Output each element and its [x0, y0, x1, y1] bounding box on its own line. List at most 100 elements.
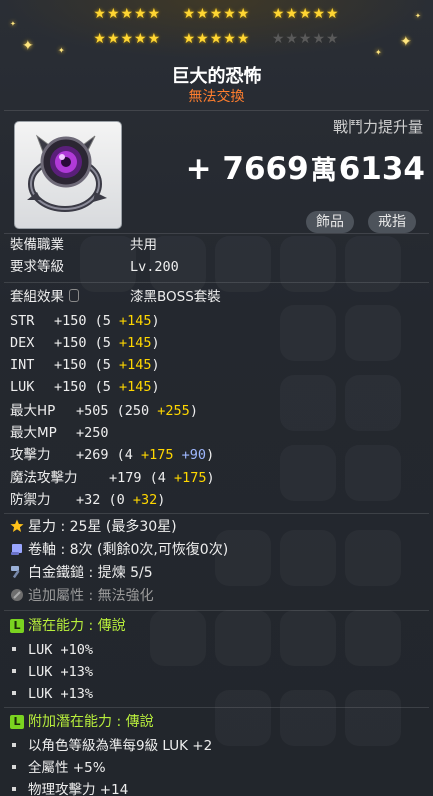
bonus-potential-line-text: 物理攻擊力 +14: [28, 782, 129, 796]
bonus-potential-line-text: 全屬性 +5%: [28, 760, 106, 776]
stat-name: 最大MP: [10, 425, 57, 441]
additional-option-label: 追加屬性 :: [28, 588, 98, 604]
category-tag-accessory: 飾品: [306, 211, 354, 233]
ring-item-icon: [27, 134, 107, 212]
potential-line-text: LUK +13%: [28, 664, 94, 680]
star-group: ★★★★★: [93, 6, 162, 22]
hammer-row: 白金鐵鎚 : 提煉 5/5: [10, 563, 153, 583]
level-row: 要求等級 Lv.200: [10, 257, 179, 277]
category-tag-ring: 戒指: [368, 211, 416, 233]
legendary-grade-icon: L: [10, 619, 24, 633]
stat-row: 攻擊力 +269 (4 +175 +90): [10, 445, 214, 465]
star-icon: [10, 519, 24, 533]
stat-close: ): [206, 470, 215, 486]
bullet-icon: [12, 691, 16, 695]
hammer-label: 白金鐵鎚 :: [28, 565, 98, 581]
stat-close: ): [189, 403, 198, 419]
job-row: 裝備職業 共用: [10, 235, 157, 255]
stat-star-bonus: +255: [157, 403, 190, 419]
power-increase-label: 戰鬥力提升量: [332, 118, 423, 136]
bonus-potential-title: 附加潛在能力 : 傳說: [28, 714, 154, 730]
lock-icon: [69, 289, 79, 302]
scroll-label: 卷軸 :: [28, 542, 70, 558]
potential-line: LUK +10%: [10, 640, 93, 660]
potential-line: LUK +13%: [10, 662, 93, 682]
stat-name: 防禦力: [10, 492, 51, 508]
stat-name: INT: [10, 357, 35, 373]
stat-star-bonus: +145: [119, 335, 152, 351]
stat-row: 最大MP +250: [10, 423, 109, 443]
bonus-potential-line: 全屬性 +5%: [10, 758, 106, 778]
item-image: [14, 121, 122, 229]
stat-star-bonus: +32: [132, 492, 158, 508]
sparkle-icon: ✦: [10, 20, 16, 28]
potential-line-text: LUK +10%: [28, 642, 94, 658]
trade-status: 無法交換: [188, 89, 245, 105]
scroll-row: 卷軸 : 8次 (剩餘0次,可恢復0次): [10, 540, 228, 560]
potential-line-text: LUK +13%: [28, 686, 94, 702]
power-increase-value: + 7669萬6134: [186, 150, 425, 187]
stat-star-bonus: +145: [119, 313, 152, 329]
stat-close: ): [151, 313, 160, 329]
stat-base: (4: [108, 447, 142, 463]
stat-close: ): [206, 447, 215, 463]
stat-row: 最大HP +505 (250 +255): [10, 401, 198, 421]
stat-row: INT +150 (5 +145): [10, 355, 160, 375]
starforce-row-2: ★★★★★ ★★★★★ ★★★★★: [0, 31, 433, 47]
stat-row: 防禦力 +32 (0 +32): [10, 490, 165, 510]
set-value: 漆黑BOSS套裝: [130, 289, 221, 305]
stat-star-bonus: +175: [141, 447, 174, 463]
starforce-value: 25星 (最多30星): [69, 519, 177, 535]
stat-base: (250: [108, 403, 158, 419]
hammer-value: 提煉 5/5: [97, 565, 153, 581]
divider: [4, 513, 429, 514]
set-row[interactable]: 套組效果 漆黑BOSS套裝: [10, 287, 221, 307]
hammer-icon: [10, 565, 24, 579]
bullet-icon: [12, 669, 16, 673]
star-group-empty: ★★★★★: [271, 31, 340, 47]
starforce-row-1: ★★★★★ ★★★★★ ★★★★★: [0, 6, 433, 22]
sparkle-icon: ✦: [22, 38, 34, 54]
divider: [4, 282, 429, 283]
bullet-icon: [12, 647, 16, 651]
job-value: 共用: [130, 237, 157, 253]
stat-total: +505: [76, 403, 109, 419]
job-label: 裝備職業: [10, 237, 64, 253]
power-unit: 萬: [310, 156, 337, 186]
stat-base: (5: [86, 357, 120, 373]
divider: [4, 707, 429, 708]
legendary-grade-icon: L: [10, 715, 24, 729]
stat-close: ): [151, 335, 160, 351]
bonus-potential-line: 以角色等級為準每9級 LUK +2: [10, 736, 212, 756]
stat-total: +150: [54, 335, 87, 351]
starforce-label: 星力 :: [28, 519, 70, 535]
potential-title: 潛在能力 : 傳說: [28, 618, 126, 634]
divider: [4, 233, 429, 234]
bullet-icon: [12, 765, 16, 769]
sparkle-icon: ✦: [58, 46, 65, 55]
stat-close: ): [151, 379, 160, 395]
stat-star-bonus: +145: [119, 379, 152, 395]
stat-total: +150: [54, 379, 87, 395]
stat-name: STR: [10, 313, 35, 329]
stat-total: +250: [76, 425, 109, 441]
stat-row: 魔法攻擊力 +179 (4 +175): [10, 468, 215, 488]
stat-base: (5: [86, 313, 120, 329]
additional-option-row: 追加屬性 : 無法強化: [10, 586, 154, 606]
divider: [4, 110, 429, 111]
star-group: ★★★★★: [271, 6, 340, 22]
stat-star-bonus: +145: [119, 357, 152, 373]
level-label: 要求等級: [10, 259, 64, 275]
stat-total: +150: [54, 357, 87, 373]
sparkle-icon: ✦: [400, 34, 412, 50]
star-group: ★★★★★: [93, 31, 162, 47]
item-tooltip: ★★★★★ ★★★★★ ★★★★★ ★★★★★ ★★★★★ ★★★★★ ✦ ✦ …: [0, 0, 433, 796]
stat-row: DEX +150 (5 +145): [10, 333, 160, 353]
sparkle-icon: ✦: [375, 48, 382, 57]
stat-total: +179: [109, 470, 142, 486]
stat-row: LUK +150 (5 +145): [10, 377, 160, 397]
potential-header: L 潛在能力 : 傳說: [10, 616, 126, 636]
stat-row: STR +150 (5 +145): [10, 311, 160, 331]
stat-name: DEX: [10, 335, 35, 351]
star-group: ★★★★★: [182, 6, 251, 22]
